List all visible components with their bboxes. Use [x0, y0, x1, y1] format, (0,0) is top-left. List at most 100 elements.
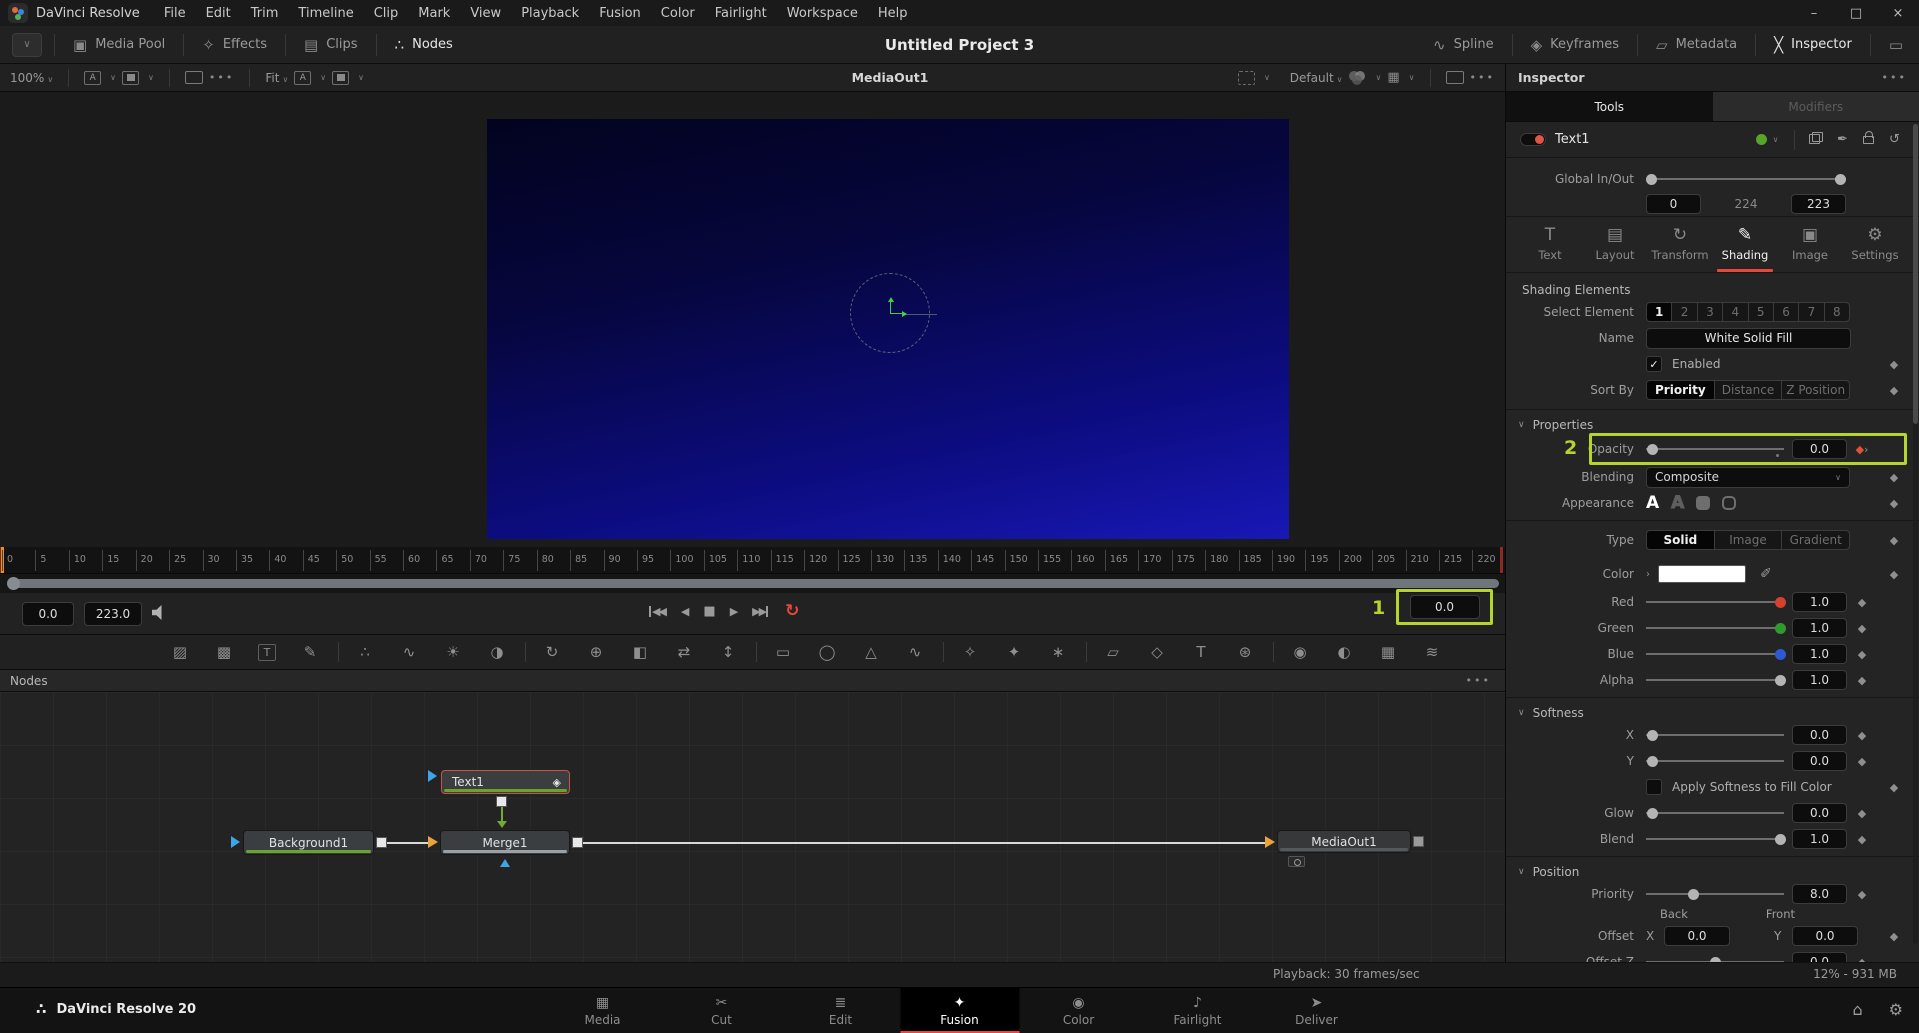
green-slider[interactable] [1646, 621, 1784, 635]
softness-heading[interactable]: ∨Softness [1518, 704, 1919, 722]
page-edit[interactable]: ≣Edit [781, 988, 900, 1033]
type-gradient[interactable]: Gradient [1782, 531, 1849, 549]
global-in-field[interactable]: 0 [1646, 194, 1701, 214]
page-media[interactable]: ▦Media [543, 988, 662, 1033]
sortby-keyframe-diamond[interactable]: ◆ [1881, 384, 1907, 397]
element-7[interactable]: 7 [1799, 303, 1824, 321]
timeline-zoom-scrollbar[interactable] [0, 574, 1505, 593]
merge1-mask-triangle[interactable] [500, 859, 510, 867]
offset-y-field[interactable]: 0.0 [1792, 926, 1858, 946]
mediaout1-input-triangle[interactable] [1265, 836, 1275, 848]
particle-merge-icon[interactable]: ✦ [1004, 642, 1024, 662]
appearance-frame-button[interactable] [1722, 496, 1736, 510]
element-8[interactable]: 8 [1825, 303, 1849, 321]
menu-clip[interactable]: Clip [364, 2, 409, 25]
node-graph[interactable]: Text1 ◈ Background1 Merge1 [0, 692, 1505, 962]
app-logo-icon[interactable] [8, 3, 28, 23]
color-wheels-icon[interactable] [1349, 71, 1367, 85]
type-keyframe-diamond[interactable]: ◆ [1881, 534, 1907, 547]
green-field[interactable]: 1.0 [1792, 618, 1847, 638]
play-reverse-button[interactable]: ◀ [681, 605, 687, 618]
node-text1[interactable]: Text1 ◈ [441, 770, 570, 794]
inspector-tab-transform[interactable]: ↻Transform [1649, 223, 1711, 272]
channel-a-button-2[interactable]: A [294, 71, 311, 85]
menu-trim[interactable]: Trim [241, 2, 289, 25]
softness-x-keyframe-diamond[interactable]: ◆ [1849, 729, 1875, 742]
tab-tools[interactable]: Tools [1506, 92, 1713, 121]
render-out-field[interactable]: 223.0 [84, 602, 142, 626]
ellipse-mask-icon[interactable]: ◯ [817, 642, 837, 662]
alpha-slider[interactable] [1646, 673, 1784, 687]
blend-keyframe-diamond[interactable]: ◆ [1849, 833, 1875, 846]
text-plus-icon[interactable]: T [258, 644, 276, 661]
inspector-tab-settings[interactable]: ⚙Settings [1844, 223, 1906, 272]
blue-slider[interactable] [1646, 647, 1784, 661]
minimize-window-icon[interactable]: – [1793, 0, 1835, 26]
nodes-panel-options[interactable]: ••• [1466, 674, 1491, 687]
region-button[interactable] [185, 71, 203, 84]
appearance-outline-button[interactable]: A [1671, 493, 1684, 513]
fill-view-button-2[interactable] [332, 71, 349, 85]
project-manager-icon[interactable]: ⌂ [1853, 1000, 1863, 1019]
expand-viewer-button[interactable] [1446, 71, 1464, 84]
media-pool-button[interactable]: ▣Media Pool [67, 36, 171, 54]
current-frame-field[interactable]: 0.0 [1410, 595, 1480, 619]
sort-priority[interactable]: Priority [1647, 381, 1715, 399]
appearance-keyframe-diamond[interactable]: ◆ [1881, 497, 1907, 510]
roi-button[interactable] [1238, 71, 1255, 85]
red-field[interactable]: 1.0 [1792, 592, 1847, 612]
properties-heading[interactable]: ∨Properties [1518, 416, 1919, 434]
appearance-solid-button[interactable]: A [1646, 493, 1659, 513]
color-curves-icon[interactable]: ∿ [399, 642, 419, 662]
text1-modifier-icon[interactable]: ◈ [553, 776, 561, 789]
metadata-button[interactable]: ▱Metadata [1650, 36, 1743, 54]
spline-button[interactable]: ∿Spline [1427, 36, 1500, 54]
apply-softness-checkbox[interactable] [1646, 779, 1662, 795]
media-in-icon[interactable]: ⇄ [674, 642, 694, 662]
element-3[interactable]: 3 [1698, 303, 1723, 321]
audio-mute-icon[interactable] [152, 605, 166, 620]
menu-help[interactable]: Help [868, 2, 918, 25]
text-3d-icon[interactable]: T [1191, 642, 1211, 662]
spot-light-3d-icon[interactable]: ◐ [1334, 642, 1354, 662]
matte-control-icon[interactable]: ◧ [630, 642, 650, 662]
global-out-field[interactable]: 223 [1791, 194, 1846, 214]
alpha-keyframe-diamond[interactable]: ◆ [1849, 674, 1875, 687]
element-5[interactable]: 5 [1749, 303, 1774, 321]
go-to-end-button[interactable]: ▶▶ [752, 605, 769, 618]
glow-keyframe-diamond[interactable]: ◆ [1849, 807, 1875, 820]
glow-slider[interactable] [1646, 806, 1784, 820]
merge-3d-icon[interactable]: ⊛ [1235, 642, 1255, 662]
viewer[interactable] [0, 92, 1505, 547]
menu-fusion[interactable]: Fusion [589, 2, 651, 25]
zoom-level-dropdown[interactable]: 100%∨ [10, 71, 53, 85]
color-expander[interactable]: › [1646, 569, 1650, 580]
inspector-button[interactable]: ╳Inspector [1768, 36, 1858, 54]
app-menu-root[interactable]: DaVinci Resolve [36, 6, 140, 21]
softness-y-keyframe-diamond[interactable]: ◆ [1849, 755, 1875, 768]
go-to-start-button[interactable]: ◀◀ [648, 605, 665, 618]
ui-toggle-button[interactable]: ∨ [12, 33, 42, 57]
image-plane-3d-icon[interactable]: ▱ [1103, 642, 1123, 662]
time-ruler[interactable]: 0510152025303540455055606570758085909510… [0, 547, 1505, 574]
wire-text-merge[interactable] [501, 807, 503, 822]
menu-color[interactable]: Color [651, 2, 705, 25]
sort-z-position[interactable]: Z Position [1782, 381, 1849, 399]
background1-output-square[interactable] [376, 837, 387, 848]
nodes-button[interactable]: ∴Nodes [389, 36, 459, 54]
blur-icon[interactable]: ∴ [355, 642, 375, 662]
pin-icon[interactable]: ✒ [1829, 132, 1855, 147]
priority-slider[interactable] [1646, 887, 1784, 901]
softness-x-slider[interactable] [1646, 728, 1784, 742]
node-color-dot[interactable] [1756, 134, 1767, 145]
node-merge1[interactable]: Merge1 [440, 830, 570, 855]
node-background1[interactable]: Background1 [243, 830, 374, 855]
page-fusion[interactable]: ✦Fusion [900, 988, 1019, 1033]
appearance-box-button[interactable] [1696, 496, 1710, 510]
viewer-options-left[interactable]: ••• [209, 71, 234, 84]
blending-keyframe-diamond[interactable]: ◆ [1881, 471, 1907, 484]
element-4[interactable]: 4 [1723, 303, 1748, 321]
shape-3d-icon[interactable]: ◇ [1147, 642, 1167, 662]
priority-field[interactable]: 8.0 [1792, 884, 1847, 904]
menu-playback[interactable]: Playback [511, 2, 589, 25]
